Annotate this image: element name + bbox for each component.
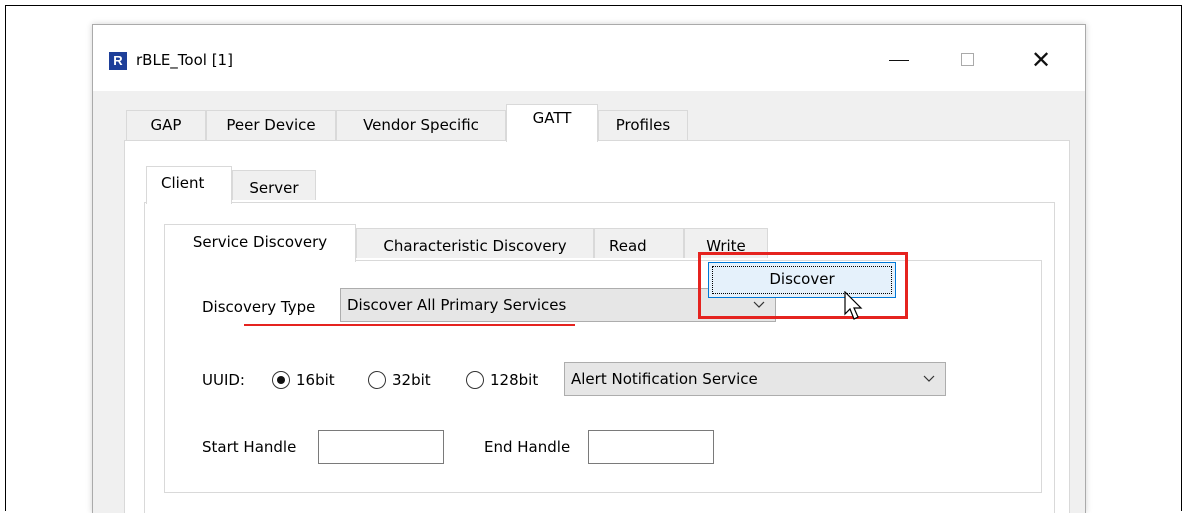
uuid-label: UUID:: [202, 371, 245, 389]
discovery-type-label: Discovery Type: [202, 298, 316, 316]
uuid-service-select[interactable]: Alert Notification Service: [564, 362, 946, 396]
discover-button[interactable]: Discover: [708, 262, 896, 298]
tab-gatt[interactable]: GATT: [506, 104, 598, 142]
tab-vendor-specific[interactable]: Vendor Specific: [336, 110, 506, 140]
uuid-service-value: Alert Notification Service: [571, 370, 758, 388]
radio-16bit[interactable]: [272, 371, 290, 389]
start-handle-label: Start Handle: [202, 438, 297, 456]
tab-peer-device[interactable]: Peer Device: [206, 110, 336, 140]
title-bar: R rBLE_Tool [1] ✕: [93, 25, 1085, 91]
tab-server[interactable]: Server: [232, 170, 316, 200]
tab-service-discovery[interactable]: Service Discovery: [164, 224, 356, 262]
radio-128bit[interactable]: [466, 371, 484, 389]
radio-16bit-label: 16bit: [296, 371, 335, 389]
minimize-button[interactable]: [875, 43, 923, 77]
close-button[interactable]: ✕: [1017, 43, 1065, 77]
chevron-down-icon: [923, 363, 935, 407]
app-logo-icon: R: [109, 52, 127, 70]
radio-32bit-label: 32bit: [392, 371, 431, 389]
end-handle-input[interactable]: [588, 430, 714, 464]
maximize-button[interactable]: [945, 43, 993, 77]
start-handle-input[interactable]: [318, 430, 444, 464]
tab-gap[interactable]: GAP: [126, 110, 206, 140]
tab-read[interactable]: Read: [594, 228, 684, 258]
mouse-pointer-icon: [844, 291, 863, 320]
radio-32bit[interactable]: [368, 371, 386, 389]
end-handle-label: End Handle: [484, 438, 571, 456]
tab-client[interactable]: Client: [146, 166, 232, 204]
tab-profiles[interactable]: Profiles: [598, 110, 688, 140]
discovery-type-value: Discover All Primary Services: [347, 296, 567, 314]
window-title: rBLE_Tool [1]: [136, 51, 233, 69]
radio-128bit-label: 128bit: [490, 371, 539, 389]
discovery-type-underline: [244, 324, 575, 326]
tab-characteristic-discovery[interactable]: Characteristic Discovery: [356, 228, 594, 258]
